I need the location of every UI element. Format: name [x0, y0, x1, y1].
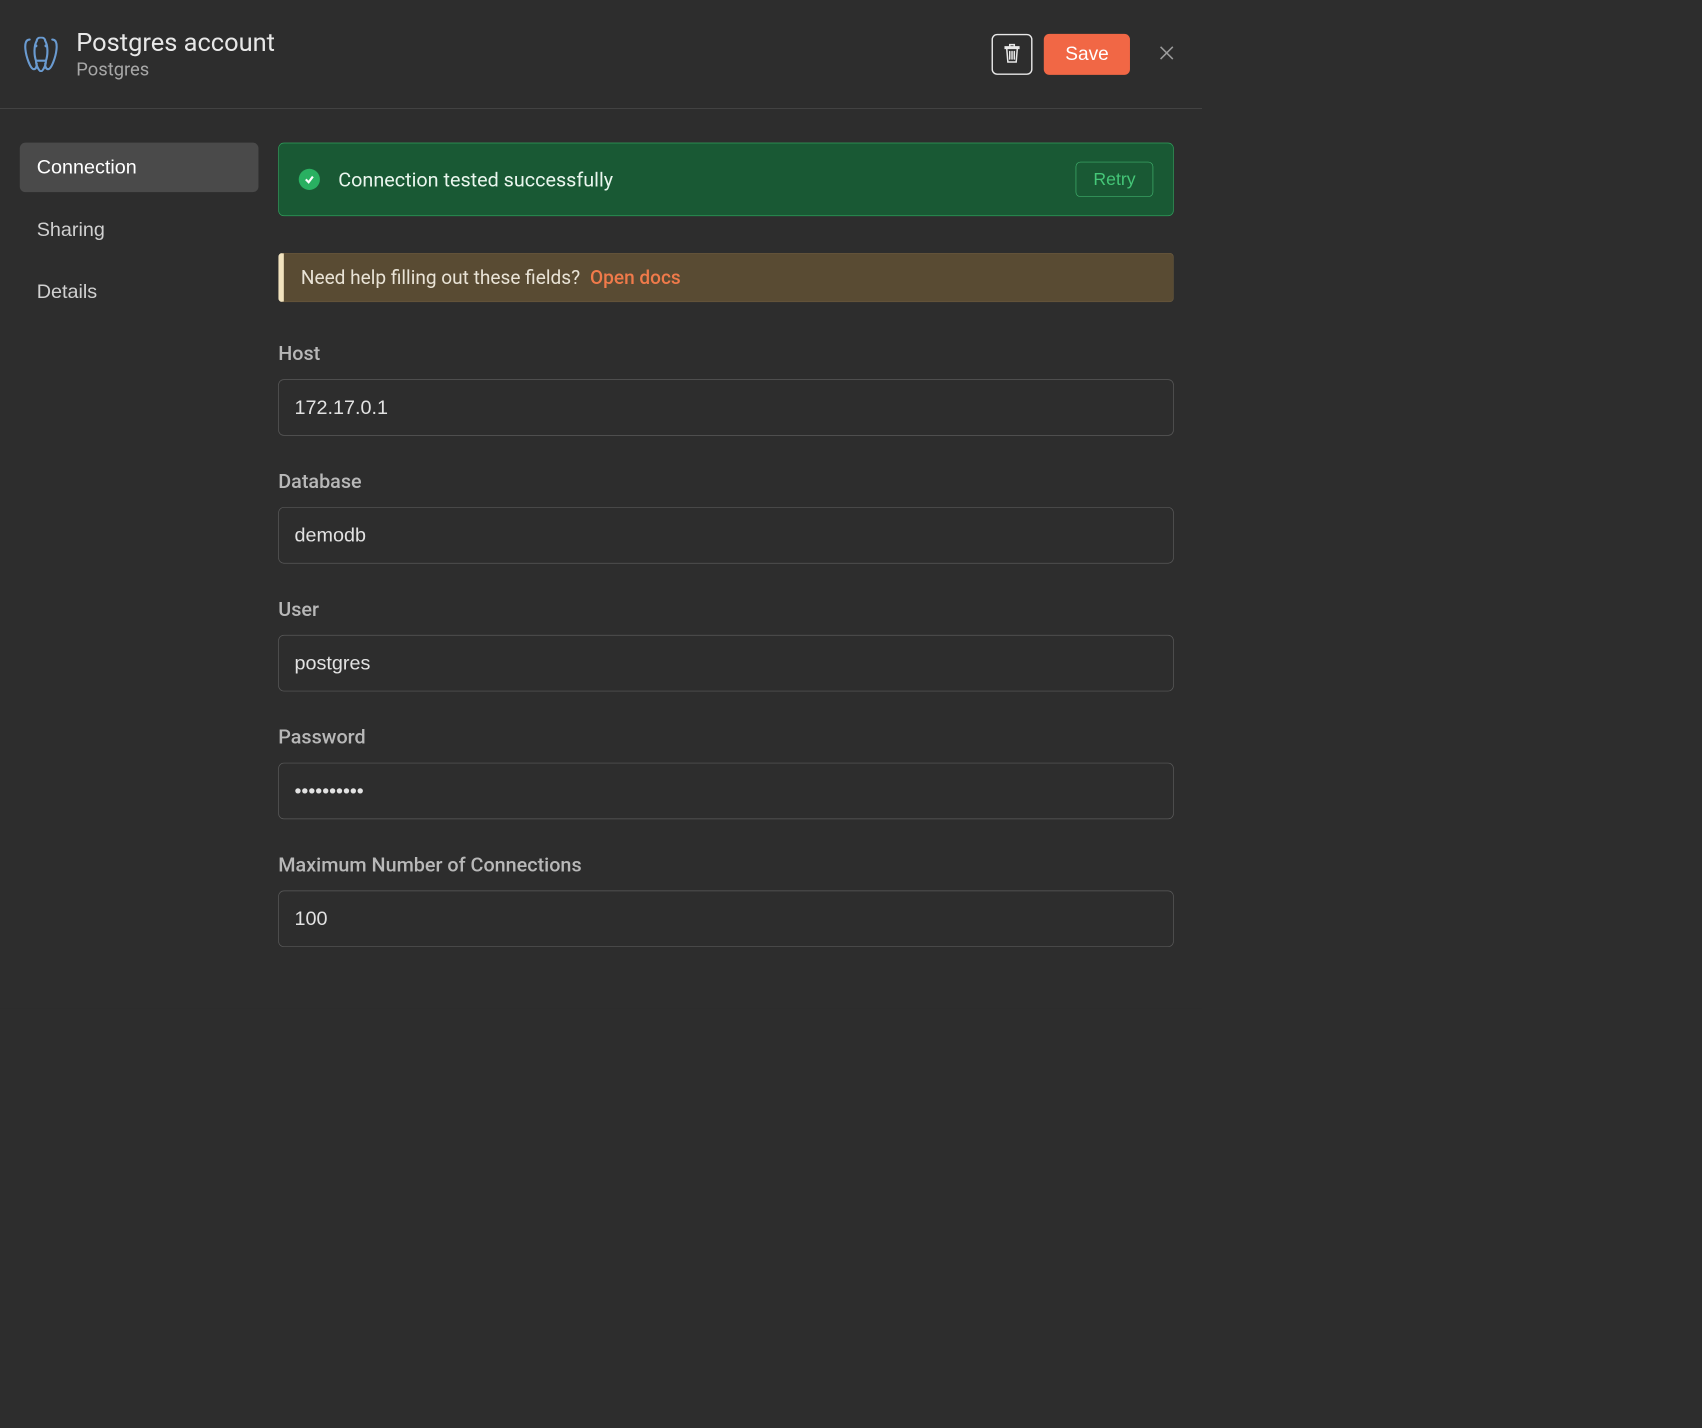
save-button[interactable]: Save — [1044, 34, 1130, 75]
sidebar-item-details[interactable]: Details — [20, 267, 259, 316]
header-actions: Save — [992, 34, 1184, 75]
help-banner-text: Need help filling out these fields? — [301, 266, 580, 289]
connection-success-banner: Connection tested successfully Retry — [278, 143, 1173, 216]
help-banner: Need help filling out these fields? Open… — [278, 253, 1173, 302]
page-body: Connection Sharing Details Connection te… — [0, 109, 1202, 981]
postgres-elephant-icon — [24, 36, 58, 71]
delete-button[interactable] — [992, 34, 1033, 75]
sidebar: Connection Sharing Details — [0, 143, 278, 981]
page-header: Postgres account Postgres Save — [0, 0, 1202, 109]
max-connections-input[interactable] — [278, 891, 1173, 947]
header-subtitle: Postgres — [76, 59, 992, 80]
user-label: User — [278, 597, 1173, 620]
header-titles: Postgres account Postgres — [76, 27, 992, 80]
sidebar-item-sharing[interactable]: Sharing — [20, 205, 259, 254]
retry-button[interactable]: Retry — [1076, 162, 1153, 197]
field-database: Database — [278, 470, 1173, 564]
close-button[interactable] — [1150, 37, 1184, 71]
open-docs-link[interactable]: Open docs — [590, 266, 681, 289]
field-host: Host — [278, 342, 1173, 436]
sidebar-item-connection[interactable]: Connection — [20, 143, 259, 192]
sidebar-item-label: Connection — [37, 156, 137, 178]
host-input[interactable] — [278, 379, 1173, 435]
database-label: Database — [278, 470, 1173, 493]
field-user: User — [278, 597, 1173, 691]
max-connections-label: Maximum Number of Connections — [278, 853, 1173, 876]
sidebar-item-label: Sharing — [37, 218, 105, 240]
check-circle-icon — [299, 169, 320, 190]
main-content: Connection tested successfully Retry Nee… — [278, 143, 1202, 981]
user-input[interactable] — [278, 635, 1173, 691]
trash-icon — [1003, 42, 1021, 65]
field-max-connections: Maximum Number of Connections — [278, 853, 1173, 947]
header-title: Postgres account — [76, 27, 992, 58]
field-password: Password — [278, 725, 1173, 819]
password-label: Password — [278, 725, 1173, 748]
host-label: Host — [278, 342, 1173, 365]
sidebar-item-label: Details — [37, 280, 97, 302]
database-input[interactable] — [278, 507, 1173, 563]
success-banner-text: Connection tested successfully — [338, 168, 1075, 191]
password-input[interactable] — [278, 763, 1173, 819]
close-icon — [1158, 44, 1176, 64]
